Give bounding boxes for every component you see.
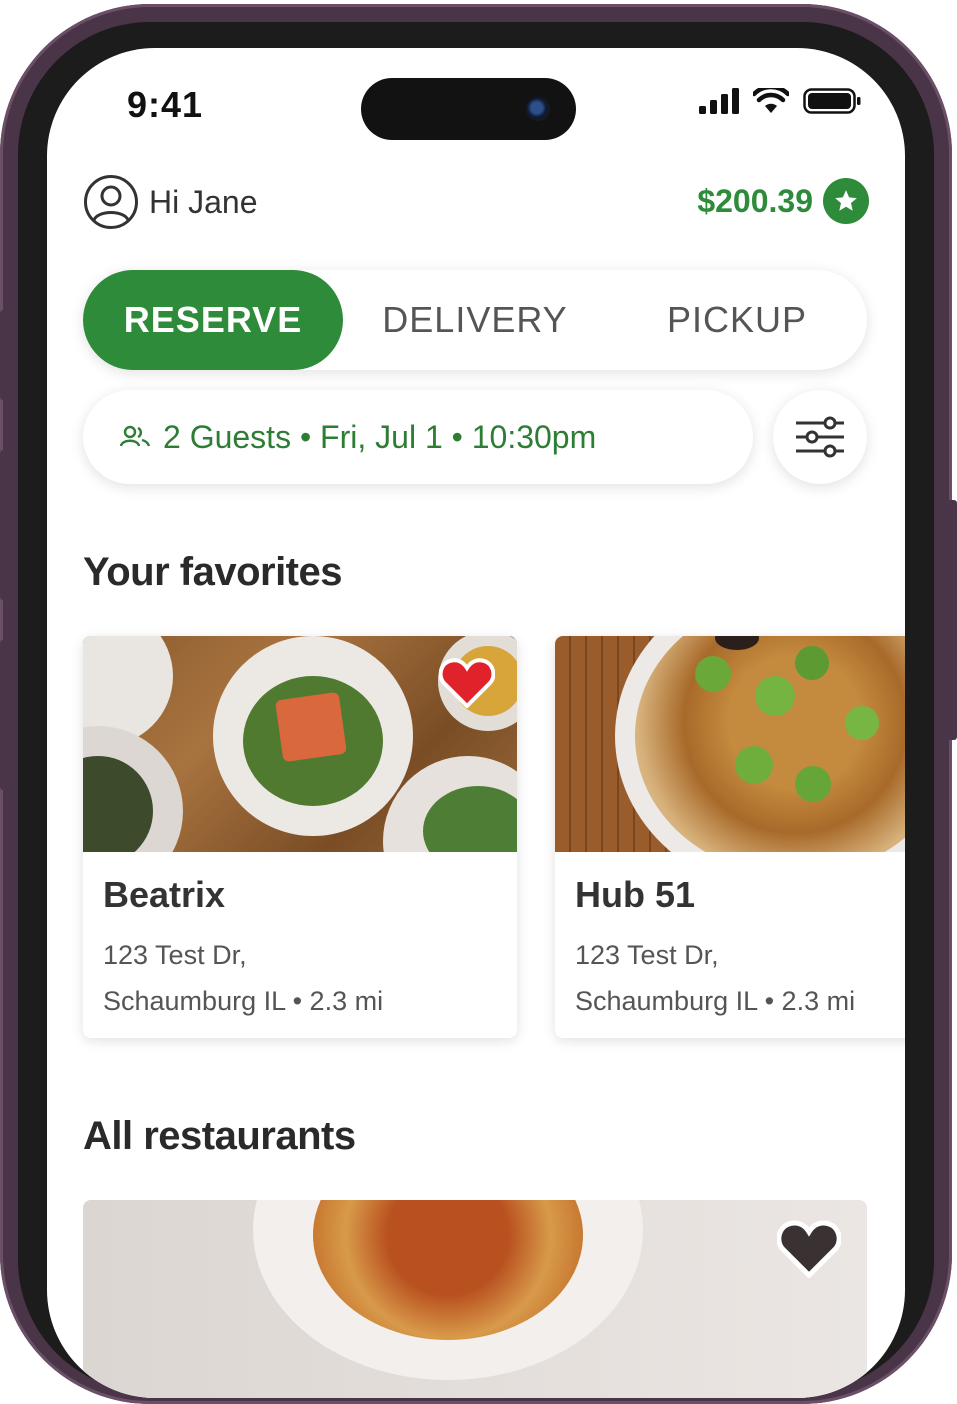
app-screen: 9:41 Hi Jane $200.39 RESERVE DELIVERY PI… bbox=[47, 48, 905, 1398]
heart-filled-icon[interactable] bbox=[439, 658, 495, 708]
restaurant-address: 123 Test Dr, Schaumburg IL • 2.3 mi bbox=[103, 932, 383, 1024]
reservation-details-button[interactable]: 2 Guests • Fri, Jul 1 • 10:30pm bbox=[83, 390, 753, 484]
battery-icon bbox=[803, 88, 861, 114]
reservation-summary: 2 Guests • Fri, Jul 1 • 10:30pm bbox=[163, 418, 597, 455]
restaurant-photo bbox=[83, 1200, 867, 1398]
profile-greeting[interactable]: Hi Jane bbox=[83, 174, 258, 230]
restaurant-name: Hub 51 bbox=[575, 874, 696, 915]
user-icon bbox=[84, 175, 138, 229]
wifi-icon bbox=[753, 88, 789, 113]
greeting-text: Hi Jane bbox=[149, 183, 258, 220]
favorites-title: Your favorites bbox=[83, 550, 343, 594]
address-line: 123 Test Dr, bbox=[103, 940, 247, 970]
guests-icon bbox=[119, 425, 151, 447]
phone-volume-button bbox=[0, 310, 6, 400]
address-distance: Schaumburg IL • 2.3 mi bbox=[575, 986, 856, 1016]
phone-volume-button bbox=[0, 450, 6, 600]
address-line: 123 Test Dr, bbox=[575, 940, 719, 970]
restaurant-card[interactable]: Hub 51 123 Test Dr, Schaumburg IL • 2.3 … bbox=[555, 636, 905, 1038]
restaurant-card[interactable] bbox=[83, 1200, 867, 1398]
star-icon bbox=[823, 178, 869, 224]
heart-icon[interactable] bbox=[777, 1220, 841, 1278]
mode-tabs: RESERVE DELIVERY PICKUP bbox=[83, 270, 867, 370]
status-time: 9:41 bbox=[127, 84, 204, 125]
tab-reserve[interactable]: RESERVE bbox=[83, 270, 343, 370]
dynamic-island bbox=[361, 78, 576, 140]
status-icons bbox=[699, 88, 861, 114]
rewards-balance[interactable]: $200.39 bbox=[697, 178, 869, 224]
balance-amount: $200.39 bbox=[697, 182, 813, 219]
phone-power-button bbox=[948, 500, 957, 740]
phone-volume-button bbox=[0, 640, 6, 790]
tab-delivery[interactable]: DELIVERY bbox=[345, 270, 605, 370]
restaurant-card[interactable]: Beatrix 123 Test Dr, Schaumburg IL • 2.3… bbox=[83, 636, 517, 1038]
camera-icon bbox=[526, 97, 550, 121]
restaurant-photo bbox=[83, 636, 517, 852]
signal-icon bbox=[699, 88, 739, 114]
restaurant-photo bbox=[555, 636, 905, 852]
address-distance: Schaumburg IL • 2.3 mi bbox=[103, 986, 384, 1016]
restaurant-address: 123 Test Dr, Schaumburg IL • 2.3 mi bbox=[575, 932, 855, 1024]
all-restaurants-title: All restaurants bbox=[83, 1114, 356, 1158]
sliders-icon bbox=[796, 416, 844, 458]
filter-button[interactable] bbox=[773, 390, 867, 484]
tab-pickup[interactable]: PICKUP bbox=[607, 270, 867, 370]
restaurant-name: Beatrix bbox=[103, 874, 226, 915]
